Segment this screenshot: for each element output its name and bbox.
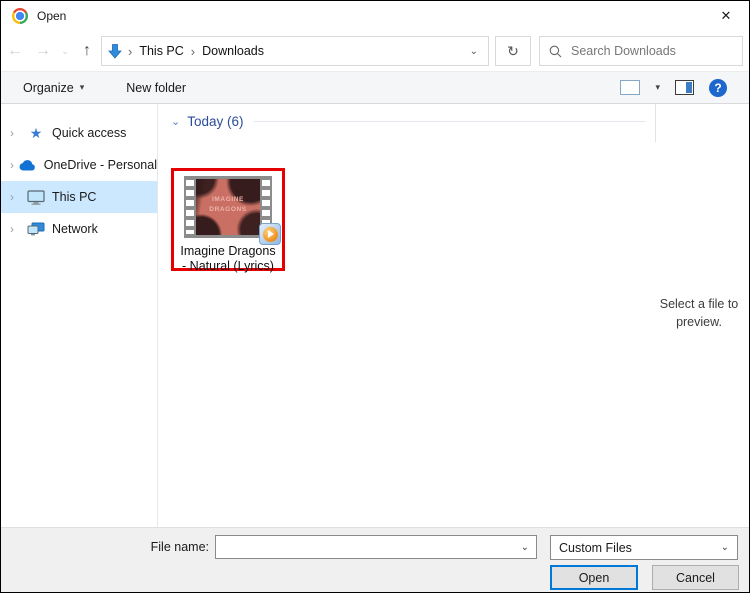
- film-strip-left: [186, 180, 194, 234]
- title-bar: Open ✕: [1, 1, 749, 31]
- sidebar-item-this-pc[interactable]: › This PC: [1, 181, 157, 213]
- file-item-imagine-dragons[interactable]: IMAGINE DRAGONS Imagine Dragons - Natura…: [171, 168, 285, 271]
- address-dropdown-icon[interactable]: ⌄: [470, 46, 482, 57]
- search-box[interactable]: [539, 36, 743, 66]
- this-pc-monitor-icon: [25, 190, 47, 205]
- group-header-today[interactable]: ⌄ Today (6): [171, 114, 646, 129]
- sidebar-item-label: OneDrive - Personal: [44, 158, 157, 172]
- file-name-input[interactable]: [216, 536, 536, 558]
- new-folder-label: New folder: [126, 81, 186, 95]
- breadcrumb-this-pc[interactable]: This PC: [138, 44, 184, 58]
- file-name-label: Imagine Dragons - Natural (Lyrics): [180, 244, 275, 275]
- expand-chevron-icon[interactable]: ›: [10, 222, 25, 236]
- thumbnail-text: IMAGINE DRAGONS: [196, 195, 260, 215]
- search-icon: [549, 45, 562, 58]
- chevron-down-icon: ⌄: [721, 542, 729, 553]
- chevron-down-icon: ▾: [80, 82, 85, 93]
- sidebar-item-network[interactable]: › Network: [1, 213, 157, 245]
- back-icon[interactable]: ←: [1, 36, 29, 66]
- file-name-combo: ⌄: [215, 535, 537, 559]
- sidebar-item-quick-access[interactable]: › ★ Quick access: [1, 117, 157, 149]
- onedrive-cloud-icon: [17, 160, 39, 171]
- window-title: Open: [37, 9, 66, 23]
- search-input[interactable]: [571, 44, 733, 58]
- help-icon[interactable]: ?: [709, 79, 727, 97]
- file-type-value: Custom Files: [559, 541, 632, 555]
- preview-pane-strip: [686, 82, 692, 93]
- expand-chevron-icon[interactable]: ›: [10, 190, 25, 204]
- toolbar-right: ▾ ?: [620, 79, 727, 97]
- group-title: Today (6): [187, 114, 243, 129]
- network-icon: [25, 222, 47, 236]
- open-button[interactable]: Open: [550, 565, 638, 590]
- preview-pane-divider: [655, 104, 656, 142]
- sidebar-item-label: Network: [52, 222, 98, 236]
- expand-chevron-icon[interactable]: ›: [10, 158, 17, 172]
- forward-icon[interactable]: →: [29, 36, 57, 66]
- refresh-icon[interactable]: ↻: [495, 36, 531, 66]
- address-bar[interactable]: › This PC › Downloads ⌄: [101, 36, 489, 66]
- sidebar-item-onedrive[interactable]: › OneDrive - Personal: [1, 149, 157, 181]
- expand-chevron-icon[interactable]: ›: [10, 126, 25, 140]
- video-thumbnail: IMAGINE DRAGONS: [196, 179, 260, 235]
- sidebar-item-label: Quick access: [52, 126, 126, 140]
- video-file-icon: IMAGINE DRAGONS: [184, 176, 272, 238]
- close-icon[interactable]: ✕: [703, 1, 749, 31]
- open-file-dialog: Open ✕ ← → ⌄ ↑ › This PC › Downloads ⌄ ↻…: [0, 0, 750, 593]
- toolbar: Organize ▾ New folder ▾ ?: [1, 71, 749, 104]
- footer-bar: File name: ⌄ Custom Files ⌄ Open Cancel: [1, 527, 749, 593]
- content-area: › ★ Quick access › OneDrive - Personal ›…: [1, 104, 749, 527]
- new-folder-button[interactable]: New folder: [126, 81, 186, 95]
- file-name-field-label: File name:: [109, 540, 209, 554]
- organize-label: Organize: [23, 81, 74, 95]
- breadcrumb-chevron-icon: ›: [191, 44, 195, 59]
- preview-pane-icon[interactable]: [675, 80, 694, 95]
- views-icon[interactable]: [620, 80, 640, 95]
- play-icon: [263, 227, 278, 242]
- sidebar: › ★ Quick access › OneDrive - Personal ›…: [1, 104, 158, 527]
- chrome-icon: [12, 8, 28, 24]
- organize-button[interactable]: Organize ▾: [23, 81, 84, 95]
- file-type-select[interactable]: Custom Files ⌄: [550, 535, 738, 560]
- cancel-button[interactable]: Cancel: [652, 565, 739, 590]
- group-collapse-icon[interactable]: ⌄: [171, 115, 180, 128]
- views-dropdown-icon[interactable]: ▾: [655, 82, 660, 93]
- sidebar-item-label: This PC: [52, 190, 96, 204]
- up-icon[interactable]: ↑: [73, 36, 101, 66]
- navigation-bar: ← → ⌄ ↑ › This PC › Downloads ⌄ ↻: [1, 31, 749, 71]
- nav-arrows: ← → ⌄ ↑: [1, 36, 101, 66]
- breadcrumb-downloads[interactable]: Downloads: [201, 44, 265, 58]
- quick-access-star-icon: ★: [25, 125, 47, 142]
- group-divider: [254, 121, 647, 122]
- media-player-overlay-icon: [259, 223, 281, 245]
- preview-hint-text: Select a file to preview.: [652, 295, 746, 331]
- breadcrumb-chevron-icon: ›: [128, 44, 132, 59]
- downloads-folder-icon: [108, 44, 122, 59]
- recent-locations-icon[interactable]: ⌄: [57, 36, 73, 66]
